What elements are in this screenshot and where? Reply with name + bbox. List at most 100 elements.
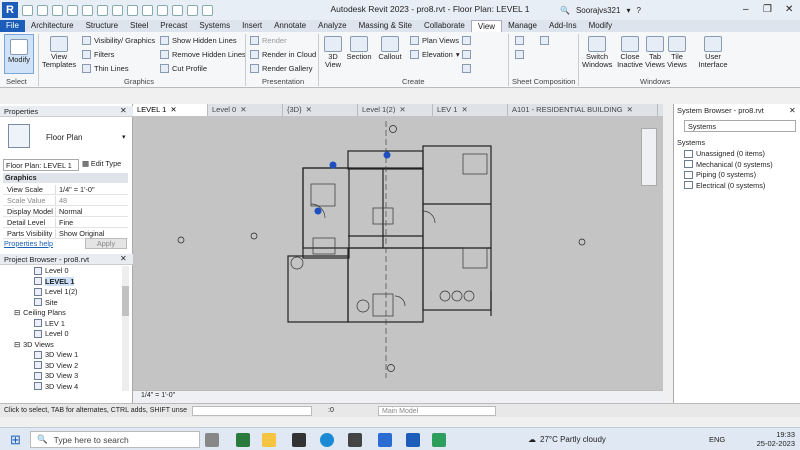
- close-icon[interactable]: ✕: [120, 106, 127, 115]
- view-type-selector[interactable]: Floor Plan: LEVEL 1: [3, 159, 79, 171]
- legends-button[interactable]: [462, 64, 471, 73]
- maximize-button[interactable]: ❐: [757, 0, 779, 20]
- cut-profile-button[interactable]: Cut Profile: [160, 64, 207, 73]
- close-hidden-icon[interactable]: [202, 4, 213, 16]
- properties-help-link[interactable]: Properties help: [4, 239, 53, 248]
- switch-windows-button[interactable]: Switch Windows: [582, 36, 612, 69]
- title-block-button[interactable]: [515, 50, 524, 59]
- text-icon[interactable]: [187, 4, 198, 16]
- weather[interactable]: ☁ 27°C Partly cloudy: [528, 435, 606, 444]
- browser-item[interactable]: ⊟ 3D Views: [14, 340, 54, 349]
- workset-dropdown[interactable]: [192, 406, 312, 416]
- tab-architecture[interactable]: Architecture: [25, 20, 80, 32]
- cart-icon[interactable]: ▾: [626, 6, 630, 15]
- thin-lines-button[interactable]: Thin Lines: [82, 64, 129, 73]
- close-inactive-button[interactable]: Close Inactive: [615, 36, 645, 69]
- tab-analyze[interactable]: Analyze: [312, 20, 352, 32]
- 3d-view-button[interactable]: 3D View: [322, 36, 344, 69]
- view-tab[interactable]: Level 0 ✕: [208, 104, 283, 116]
- close-icon[interactable]: ✕: [399, 104, 405, 116]
- tab-manage[interactable]: Manage: [502, 20, 543, 32]
- app-icon[interactable]: [348, 433, 362, 447]
- tab-systems[interactable]: Systems: [193, 20, 236, 32]
- media-app-icon[interactable]: [236, 433, 250, 447]
- close-icon[interactable]: ✕: [627, 104, 633, 116]
- dimension-icon[interactable]: [127, 4, 138, 16]
- browser-item[interactable]: Level 0: [34, 266, 69, 275]
- render-gallery-button[interactable]: Render Gallery: [250, 64, 312, 73]
- store-icon[interactable]: [292, 433, 306, 447]
- modify-button[interactable]: Modify: [4, 34, 34, 74]
- edit-type-button[interactable]: ▦ Edit Type: [82, 159, 121, 168]
- edge-icon[interactable]: [320, 433, 334, 447]
- filters-button[interactable]: Filters: [82, 50, 114, 59]
- measure-icon[interactable]: [112, 4, 123, 16]
- browser-item[interactable]: LEVEL 1: [34, 276, 75, 286]
- minimize-button[interactable]: –: [735, 0, 757, 20]
- scrollbar[interactable]: [122, 266, 129, 391]
- elevation-marker[interactable]: [329, 161, 337, 169]
- browser-item[interactable]: 3D View 2: [34, 361, 78, 370]
- view-tab[interactable]: LEVEL 1 ✕: [133, 104, 208, 116]
- tile-views-button[interactable]: Tile Views: [667, 36, 687, 69]
- close-icon[interactable]: ✕: [461, 104, 467, 116]
- task-view-icon[interactable]: [205, 433, 219, 447]
- close-icon[interactable]: ✕: [306, 104, 312, 116]
- section-button[interactable]: Section: [346, 36, 372, 61]
- chevron-down-icon[interactable]: ▾: [122, 133, 126, 141]
- user-interface-button[interactable]: User Interface: [695, 36, 731, 69]
- revit-app-icon[interactable]: R: [2, 2, 18, 18]
- elevation-marker[interactable]: [383, 151, 391, 159]
- browser-item[interactable]: Level 1(2): [34, 287, 77, 296]
- tab-view[interactable]: View: [470, 20, 503, 32]
- collapse-icon[interactable]: ⊟: [14, 340, 20, 349]
- language[interactable]: ENG: [709, 435, 725, 444]
- system-item[interactable]: Electrical (0 systems): [684, 181, 765, 190]
- browser-item[interactable]: Site: [34, 298, 58, 307]
- app-icon[interactable]: [432, 433, 446, 447]
- close-icon[interactable]: ✕: [789, 106, 796, 115]
- graphics-group[interactable]: Graphics: [3, 173, 128, 183]
- tab-annotate[interactable]: Annotate: [268, 20, 312, 32]
- collapse-icon[interactable]: ⊟: [14, 308, 20, 317]
- view-tab[interactable]: A101 - RESIDENTIAL BUILDING ✕: [508, 104, 658, 116]
- tab-massing-site[interactable]: Massing & Site: [353, 20, 418, 32]
- browser-item[interactable]: LEV 1: [34, 319, 65, 328]
- view-tab[interactable]: {3D} ✕: [283, 104, 358, 116]
- browser-item[interactable]: ⊟ Ceiling Plans: [14, 308, 66, 317]
- tab-insert[interactable]: Insert: [236, 20, 268, 32]
- save-icon[interactable]: [37, 4, 48, 16]
- taskbar-search[interactable]: 🔍 Type here to search: [30, 431, 200, 448]
- system-item[interactable]: Unassigned (0 items): [684, 149, 765, 158]
- property-row[interactable]: Detail Level Fine: [3, 218, 128, 228]
- render-in-cloud-button[interactable]: Render in Cloud: [250, 50, 316, 59]
- systems-dropdown[interactable]: Systems: [684, 120, 796, 132]
- tab-add-ins[interactable]: Add-Ins: [543, 20, 583, 32]
- section-icon[interactable]: [172, 4, 183, 16]
- browser-item[interactable]: 3D View 4: [34, 382, 78, 391]
- windows-start-icon[interactable]: ⊞: [10, 432, 21, 448]
- duplicate-view-button[interactable]: [462, 50, 471, 59]
- elevation-marker[interactable]: [314, 207, 322, 215]
- browser-item[interactable]: Level 0: [34, 329, 69, 338]
- callout-button[interactable]: Callout: [376, 36, 404, 61]
- mail-icon[interactable]: [378, 433, 392, 447]
- open-icon[interactable]: [22, 4, 33, 16]
- sheet-button[interactable]: [515, 36, 524, 45]
- wall-block-east[interactable]: [422, 145, 492, 249]
- render-button[interactable]: Render: [250, 36, 287, 45]
- close-icon[interactable]: ✕: [120, 254, 127, 263]
- close-icon[interactable]: ✕: [240, 104, 246, 116]
- print-icon[interactable]: [97, 4, 108, 16]
- browser-item[interactable]: 3D View 3: [34, 371, 78, 380]
- visibility-graphics-button[interactable]: Visibility/ Graphics: [82, 36, 155, 45]
- view-scale[interactable]: 1/4" = 1'-0": [141, 392, 175, 399]
- select-panel-label[interactable]: Select: [6, 77, 27, 86]
- tab-views-button[interactable]: Tab Views: [645, 36, 665, 69]
- system-item[interactable]: Piping (0 systems): [684, 170, 756, 179]
- property-row[interactable]: Display Model Normal: [3, 207, 128, 217]
- user-name[interactable]: Soorajvs321: [576, 6, 620, 15]
- elevation-button[interactable]: Elevation ▾: [410, 50, 460, 59]
- tab-structure[interactable]: Structure: [80, 20, 124, 32]
- porch[interactable]: [287, 255, 349, 323]
